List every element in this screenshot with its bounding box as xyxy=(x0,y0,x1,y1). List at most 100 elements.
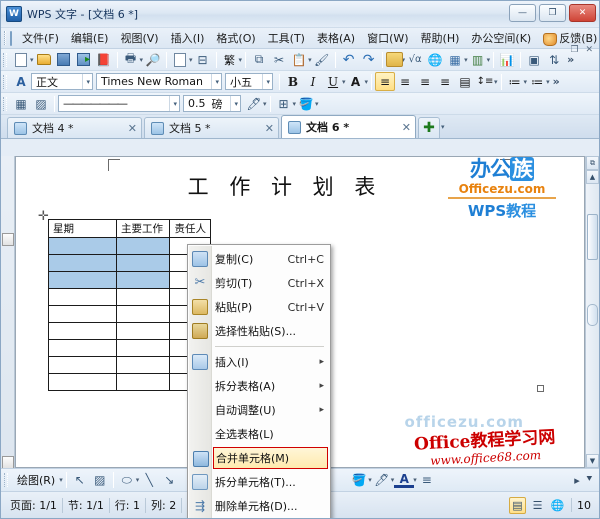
save-as-icon[interactable]: ▸ xyxy=(74,50,94,69)
close-icon[interactable]: ✕ xyxy=(255,122,274,135)
menu-format[interactable]: 格式(O) xyxy=(210,28,261,48)
chevron-down-icon[interactable]: ▾ xyxy=(262,74,270,89)
toolbar-grip[interactable] xyxy=(4,31,6,45)
context-menu-item-insert[interactable]: 插入(I) ▸ xyxy=(188,350,330,374)
format-painter-icon[interactable]: 🖌 xyxy=(312,50,332,69)
line-color-icon[interactable]: 🖊 xyxy=(372,471,392,490)
context-menu-item-paste[interactable]: 粘贴(P) Ctrl+V xyxy=(188,295,330,319)
line-style-combo[interactable]: ——————— ▾ xyxy=(58,95,180,112)
new-tab-button[interactable]: ✚ xyxy=(418,117,440,138)
table-cell[interactable] xyxy=(116,322,171,340)
font-size-combo[interactable]: 小五 ▾ xyxy=(225,73,273,90)
print-preview-icon[interactable]: 🔎 xyxy=(143,50,163,69)
arrow-icon[interactable]: ↘ xyxy=(159,471,179,490)
context-menu-item-select-table[interactable]: 全选表格(L) xyxy=(188,422,330,446)
draw-table-icon[interactable]: ▦ xyxy=(11,94,31,113)
drawing-toolbar-overflow-button[interactable]: ▸ xyxy=(571,474,583,487)
erase-table-icon[interactable]: ▨ xyxy=(31,94,51,113)
context-menu-item-paste-special[interactable]: 选择性粘贴(S)... xyxy=(188,319,330,343)
paste-icon[interactable]: 📋 xyxy=(289,50,309,69)
sort-icon[interactable]: ⇅ xyxy=(544,50,564,69)
table-grid-icon[interactable]: ▦ xyxy=(445,50,465,69)
doc-tab-1[interactable]: 文档 4 * ✕ xyxy=(7,117,142,138)
show-marks-icon[interactable]: ▣ xyxy=(524,50,544,69)
export-pdf-icon[interactable]: 📕 xyxy=(94,50,114,69)
toolbar-grip[interactable] xyxy=(3,52,7,67)
page-thumbnail-icon[interactable] xyxy=(2,456,14,468)
bold-button[interactable]: B xyxy=(283,72,303,91)
table-cell[interactable] xyxy=(116,254,171,272)
redo-icon[interactable]: ↷ xyxy=(359,50,379,69)
line-spacing-button[interactable]: ↕≡ xyxy=(475,72,495,91)
doc-tab-2[interactable]: 文档 5 * ✕ xyxy=(144,117,279,138)
draw-menu-button[interactable]: 绘图(R) xyxy=(12,472,60,488)
menu-table[interactable]: 表格(A) xyxy=(311,28,361,48)
style-icon[interactable]: A xyxy=(11,72,31,91)
traditional-chinese-icon[interactable]: 繁 xyxy=(220,50,240,69)
toolbar-grip[interactable] xyxy=(3,96,7,111)
select-multiple-icon[interactable]: ▨ xyxy=(90,471,110,490)
document-restore-buttons[interactable]: ❐ ✕ xyxy=(571,45,595,55)
table-cell-header-weekday[interactable]: 星期 xyxy=(47,219,118,238)
table-cell-header-owner[interactable]: 责任人 xyxy=(169,219,211,238)
scroll-down-arrow-icon[interactable]: ▼ xyxy=(586,454,599,468)
table-cell[interactable] xyxy=(47,237,118,255)
fill-color-icon[interactable]: 🪣 xyxy=(349,471,369,490)
pen-color-icon[interactable]: 🖊 xyxy=(244,94,264,113)
chevron-down-icon[interactable]: ▾ xyxy=(169,96,177,111)
context-menu-item-copy[interactable]: 复制(C) Ctrl+C xyxy=(188,247,330,271)
table-cell[interactable] xyxy=(116,305,171,323)
cut-icon[interactable]: ✂ xyxy=(269,50,289,69)
context-menu-item-split-table[interactable]: 拆分表格(A) ▸ xyxy=(188,374,330,398)
undo-icon[interactable]: ↶ xyxy=(339,50,359,69)
table-cell[interactable] xyxy=(47,356,118,374)
wps-document-icon[interactable] xyxy=(10,30,12,46)
format-toolbar-overflow-button[interactable]: » xyxy=(550,75,563,88)
maximize-button[interactable]: ❐ xyxy=(539,4,566,22)
close-button[interactable]: ✕ xyxy=(569,4,596,22)
close-icon[interactable]: ✕ xyxy=(118,122,137,135)
vertical-scrollbar[interactable]: ⧉ ▲ ▼ xyxy=(585,156,599,468)
insert-hyperlink-icon[interactable]: 🌐 xyxy=(425,50,445,69)
new-document-icon[interactable] xyxy=(11,50,31,69)
columns-icon[interactable]: ▥ xyxy=(468,50,488,69)
select-object-icon[interactable]: ↖ xyxy=(70,471,90,490)
menu-tools[interactable]: 工具(T) xyxy=(262,28,311,48)
table-cell-header-mainwork[interactable]: 主要工作 xyxy=(116,219,171,238)
minimize-button[interactable]: — xyxy=(509,4,536,22)
table-cell[interactable] xyxy=(47,254,118,272)
bullet-list-button[interactable]: ≔ xyxy=(527,72,547,91)
menu-insert[interactable]: 插入(I) xyxy=(165,28,211,48)
context-menu-item-merge-cells[interactable]: 合并单元格(M) xyxy=(193,447,328,469)
toolbar-grip[interactable] xyxy=(3,74,7,89)
draw-menu-dropdown-icon[interactable]: ▾ xyxy=(59,476,63,484)
scrollbar-secondary-thumb[interactable] xyxy=(587,304,598,326)
font-name-combo[interactable]: Times New Roman ▾ xyxy=(96,73,222,90)
chevron-down-icon[interactable]: ▾ xyxy=(230,96,238,111)
chart-icon[interactable]: 📊 xyxy=(497,50,517,69)
zoom-level[interactable]: 10 xyxy=(577,499,591,512)
menu-edit[interactable]: 编辑(E) xyxy=(65,28,115,48)
italic-button[interactable]: I xyxy=(303,72,323,91)
context-menu-item-cut[interactable]: ✂ 剪切(T) Ctrl+X xyxy=(188,271,330,295)
page-thumbnail-icon[interactable] xyxy=(2,233,14,246)
copy-icon[interactable]: ⧉ xyxy=(249,50,269,69)
context-menu-item-split-cells[interactable]: 拆分单元格(T)... xyxy=(188,470,330,494)
table-cell[interactable] xyxy=(116,237,171,255)
chevron-down-icon[interactable]: ▾ xyxy=(82,74,90,89)
align-right-button[interactable]: ≡ xyxy=(415,72,435,91)
line-weight-combo[interactable]: 0.5 磅 ▾ xyxy=(183,95,241,112)
new-tab-dropdown-icon[interactable]: ▾ xyxy=(440,123,445,131)
menu-help[interactable]: 帮助(H) xyxy=(415,28,466,48)
table-cell[interactable] xyxy=(47,305,118,323)
chevron-down-icon[interactable]: ▾ xyxy=(211,74,219,89)
menu-file[interactable]: 文件(F) xyxy=(16,28,65,48)
table-cell[interactable] xyxy=(116,356,171,374)
font-color-icon[interactable]: A xyxy=(394,472,415,488)
text-effect-dropdown-icon[interactable]: ▾ xyxy=(365,78,369,86)
table-cell[interactable] xyxy=(47,339,118,357)
numbered-list-button[interactable]: ≔ xyxy=(505,72,525,91)
table-cell[interactable] xyxy=(116,288,171,306)
table-context-menu[interactable]: 复制(C) Ctrl+C ✂ 剪切(T) Ctrl+X 粘贴(P) Ctrl+V… xyxy=(187,244,331,518)
drawing-toolbar-more-icon[interactable]: ⯆ xyxy=(583,475,596,485)
